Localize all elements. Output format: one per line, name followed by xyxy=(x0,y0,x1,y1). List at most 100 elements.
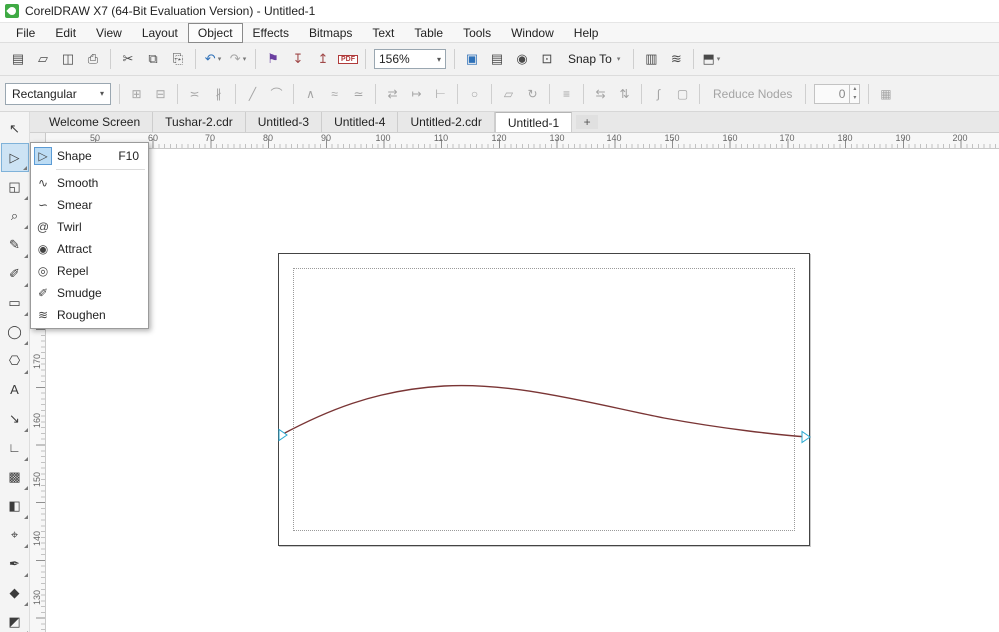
extend-curve-button[interactable]: ↦ xyxy=(405,82,428,105)
horizontal-ruler[interactable]: 50 60 70 80 90 100 110 120 130 140 150 1… xyxy=(30,133,999,149)
zoom-tool[interactable]: ⌕ xyxy=(1,201,29,230)
menu-text[interactable]: Text xyxy=(362,23,404,43)
smooth-node-button[interactable]: ≈ xyxy=(323,82,346,105)
extract-subpath-button[interactable]: ⊢ xyxy=(429,82,452,105)
flyout-item-attract[interactable]: ◉ Attract xyxy=(32,238,147,260)
menu-file[interactable]: File xyxy=(6,23,45,43)
tab-untitled-4[interactable]: Untitled-4 xyxy=(322,112,399,132)
elastic-mode-button[interactable]: ∫ xyxy=(647,82,670,105)
snap-options-button[interactable]: ⊡ xyxy=(535,47,559,71)
copy-button[interactable]: ⧉ xyxy=(141,47,165,71)
welcome-screen-button[interactable]: ▥ xyxy=(639,47,663,71)
search-content-button[interactable]: ⚑ xyxy=(261,47,285,71)
flyout-item-shape[interactable]: ▷ Shape F10 xyxy=(32,145,147,167)
reduce-nodes-button[interactable]: Reduce Nodes xyxy=(705,87,800,101)
outline-pen-tool[interactable]: ✒ xyxy=(1,549,29,578)
horizontal-ruler-scale[interactable]: 50 60 70 80 90 100 110 120 130 140 150 1… xyxy=(46,133,999,148)
reverse-direction-button[interactable]: ⇄ xyxy=(381,82,404,105)
options-button[interactable]: ≋ xyxy=(664,47,688,71)
snap-to-dropdown[interactable]: Snap To ▾ xyxy=(560,47,628,71)
text-tool[interactable]: A xyxy=(1,375,29,404)
flyout-item-smooth[interactable]: ∿ Smooth xyxy=(32,172,147,194)
menu-help[interactable]: Help xyxy=(564,23,609,43)
curve-end-node[interactable] xyxy=(801,430,811,444)
curve-start-node[interactable] xyxy=(278,428,288,442)
tab-untitled-1[interactable]: Untitled-1 xyxy=(494,112,573,132)
close-curve-button[interactable]: ○ xyxy=(463,82,486,105)
tab-tushar-2[interactable]: Tushar-2.cdr xyxy=(153,112,246,132)
color-eyedropper-tool[interactable]: ⌖ xyxy=(1,520,29,549)
menu-tools[interactable]: Tools xyxy=(453,23,501,43)
drop-shadow-tool[interactable]: ▩ xyxy=(1,462,29,491)
tab-untitled-3[interactable]: Untitled-3 xyxy=(245,112,323,132)
box-select-button[interactable]: ▦ xyxy=(874,82,897,105)
drawing-canvas[interactable] xyxy=(46,149,999,632)
interactive-fill-tool[interactable]: ◩ xyxy=(1,607,29,632)
convert-to-line-button[interactable]: ╱ xyxy=(241,82,264,105)
ellipse-tool[interactable]: ◯ xyxy=(1,317,29,346)
menu-layout[interactable]: Layout xyxy=(132,23,188,43)
flyout-item-smear[interactable]: ∽ Smear xyxy=(32,194,147,216)
menu-effects[interactable]: Effects xyxy=(243,23,299,43)
stretch-nodes-button[interactable]: ▱ xyxy=(497,82,520,105)
pick-tool[interactable]: ↖ xyxy=(1,114,29,143)
artistic-media-tool[interactable]: ✐ xyxy=(1,259,29,288)
flyout-item-twirl[interactable]: @ Twirl xyxy=(32,216,147,238)
break-curve-button[interactable]: ∦ xyxy=(207,82,230,105)
align-nodes-button[interactable]: ≡ xyxy=(555,82,578,105)
new-document-button[interactable]: ▤ xyxy=(6,47,30,71)
new-tab-button[interactable]: + xyxy=(576,115,599,129)
edit-fill-tool[interactable]: ◆ xyxy=(1,578,29,607)
add-node-button[interactable]: ⊞ xyxy=(125,82,148,105)
s-curve-path[interactable] xyxy=(280,384,809,438)
freehand-tool[interactable]: ✎ xyxy=(1,230,29,259)
publish-pdf-button[interactable]: PDF xyxy=(336,47,360,71)
polygon-tool[interactable]: ⎔ xyxy=(1,346,29,375)
convert-to-curve-button[interactable]: ⌒ xyxy=(265,82,288,105)
paste-button[interactable]: ⎘ xyxy=(166,47,190,71)
undo-button[interactable]: ↶ ▾ xyxy=(201,47,225,71)
fullscreen-preview-button[interactable]: ▣ xyxy=(460,47,484,71)
selection-mode-select[interactable]: Rectangular ▾ xyxy=(5,82,111,105)
shape-tool[interactable]: ▷ xyxy=(0,143,29,172)
spinner-arrows[interactable]: ▴ ▾ xyxy=(849,84,859,103)
symmetrical-node-button[interactable]: ≃ xyxy=(347,82,370,105)
rectangle-tool[interactable]: ▭ xyxy=(1,288,29,317)
page[interactable] xyxy=(278,253,812,548)
rotate-nodes-button[interactable]: ↻ xyxy=(521,82,544,105)
select-all-nodes-button[interactable]: ▢ xyxy=(671,82,694,105)
connector-tool[interactable]: ∟ xyxy=(1,433,29,462)
delete-node-button[interactable]: ⊟ xyxy=(149,82,172,105)
join-nodes-button[interactable]: ≍ xyxy=(183,82,206,105)
menu-edit[interactable]: Edit xyxy=(45,23,86,43)
flyout-item-smudge[interactable]: ✐ Smudge xyxy=(32,282,147,304)
tab-welcome-screen[interactable]: Welcome Screen xyxy=(37,112,154,132)
save-button[interactable]: ◫ xyxy=(56,47,80,71)
menu-bitmaps[interactable]: Bitmaps xyxy=(299,23,362,43)
transparency-tool[interactable]: ◧ xyxy=(1,491,29,520)
menu-window[interactable]: Window xyxy=(501,23,564,43)
export-button[interactable]: ↥ xyxy=(311,47,335,71)
cusp-node-button[interactable]: ∧ xyxy=(299,82,322,105)
reflect-vertical-button[interactable]: ⇅ xyxy=(613,82,636,105)
open-button[interactable]: ▱ xyxy=(31,47,55,71)
flyout-item-repel[interactable]: ◎ Repel xyxy=(32,260,147,282)
tab-untitled-2[interactable]: Untitled-2.cdr xyxy=(398,112,495,132)
import-button[interactable]: ↧ xyxy=(286,47,310,71)
flyout-item-roughen[interactable]: ≋ Roughen xyxy=(32,304,147,326)
show-rulers-button[interactable]: ▤ xyxy=(485,47,509,71)
menu-object[interactable]: Object xyxy=(187,22,243,43)
curve-object[interactable] xyxy=(278,253,812,548)
curve-smoothness-spinner[interactable]: 0 ▴ ▾ xyxy=(814,83,861,104)
redo-button[interactable]: ↷ ▾ xyxy=(226,47,250,71)
print-button[interactable]: ⎙ xyxy=(81,47,105,71)
cut-button[interactable]: ✂ xyxy=(116,47,140,71)
menu-view[interactable]: View xyxy=(86,23,132,43)
menu-table[interactable]: Table xyxy=(404,23,453,43)
parallel-dimension-tool[interactable]: ↘ xyxy=(1,404,29,433)
application-launcher-button[interactable]: ⬒ ▾ xyxy=(699,47,723,71)
show-guidelines-button[interactable]: ◉ xyxy=(510,47,534,71)
zoom-level-select[interactable]: 156% ▾ xyxy=(374,49,446,69)
reflect-horizontal-button[interactable]: ⇆ xyxy=(589,82,612,105)
crop-tool[interactable]: ◱ xyxy=(1,172,29,201)
